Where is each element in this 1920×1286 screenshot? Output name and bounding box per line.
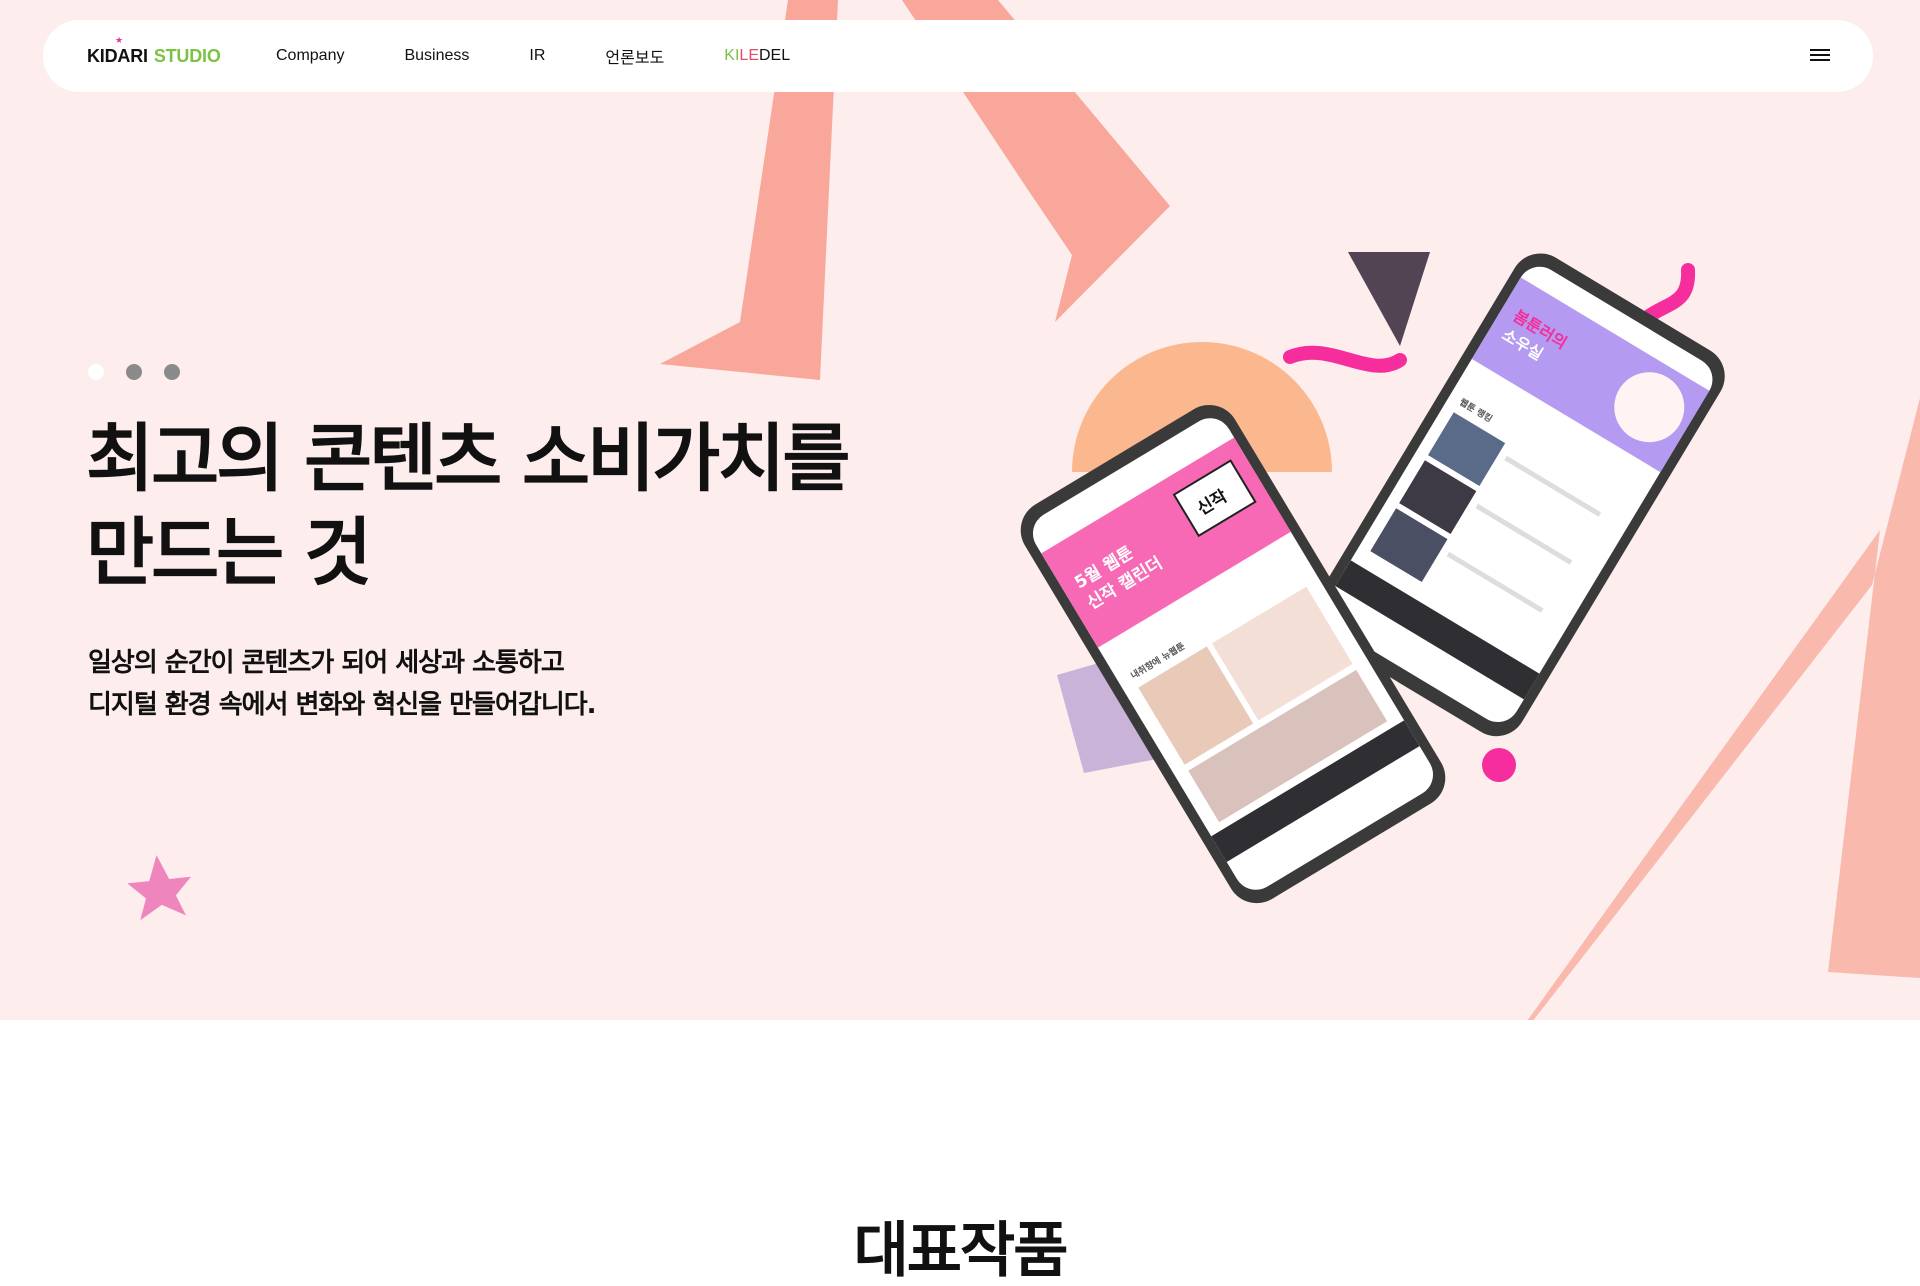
slide-dot-1[interactable] (88, 364, 104, 380)
nav-business[interactable]: Business (404, 47, 469, 65)
hero-headline-line1: 최고의 콘텐츠 소비가치를 (86, 416, 850, 502)
nav-ir[interactable]: IR (529, 47, 545, 65)
main-menu: Company Business IR 언론보도 KILEDEL (276, 20, 850, 92)
slide-dot-2[interactable] (126, 364, 142, 380)
hero-section: 봄툰러의 소우실 웹툰 랭킹 5월 웹툰 신작 캘린더 신작 내취향에 뉴웹툰 (0, 0, 1920, 1020)
top-navigation: KIDARI STUDIO ★ Company Business IR 언론보도… (43, 20, 1873, 92)
logo-sub: STUDIO (153, 45, 221, 66)
hero-subtext-line2: 디지털 환경 속에서 변화와 혁신을 만들어갑니다. (88, 690, 597, 720)
slide-dot-3[interactable] (164, 364, 180, 380)
nav-kiledel[interactable]: KILEDEL (724, 47, 790, 65)
nav-company[interactable]: Company (276, 47, 344, 65)
kiledel-part1: KI (724, 47, 740, 64)
logo-star-icon: ★ (115, 35, 123, 45)
nav-press[interactable]: 언론보도 (605, 44, 664, 68)
hamburger-line (1810, 54, 1830, 56)
kiledel-part2: LE (739, 47, 759, 64)
hero-headline-line2: 만드는 것 (86, 510, 372, 596)
section-title: 대표작품 (853, 1216, 1069, 1286)
hamburger-icon[interactable] (1810, 46, 1830, 66)
hero-subtext-line1: 일상의 순간이 콘텐츠가 되어 세상과 소통하고 (88, 648, 565, 678)
hamburger-line (1810, 59, 1830, 61)
logo[interactable]: KIDARI STUDIO ★ (87, 20, 221, 92)
hero-headline: 최고의 콘텐츠 소비가치를 만드는 것 (86, 412, 850, 600)
kiledel-part3: DEL (759, 47, 791, 64)
hero-subtext: 일상의 순간이 콘텐츠가 되어 세상과 소통하고디지털 환경 속에서 변화와 혁… (88, 642, 597, 726)
slide-indicator (88, 364, 202, 380)
logo-main: KIDARI (87, 45, 148, 66)
hamburger-line (1810, 49, 1830, 51)
